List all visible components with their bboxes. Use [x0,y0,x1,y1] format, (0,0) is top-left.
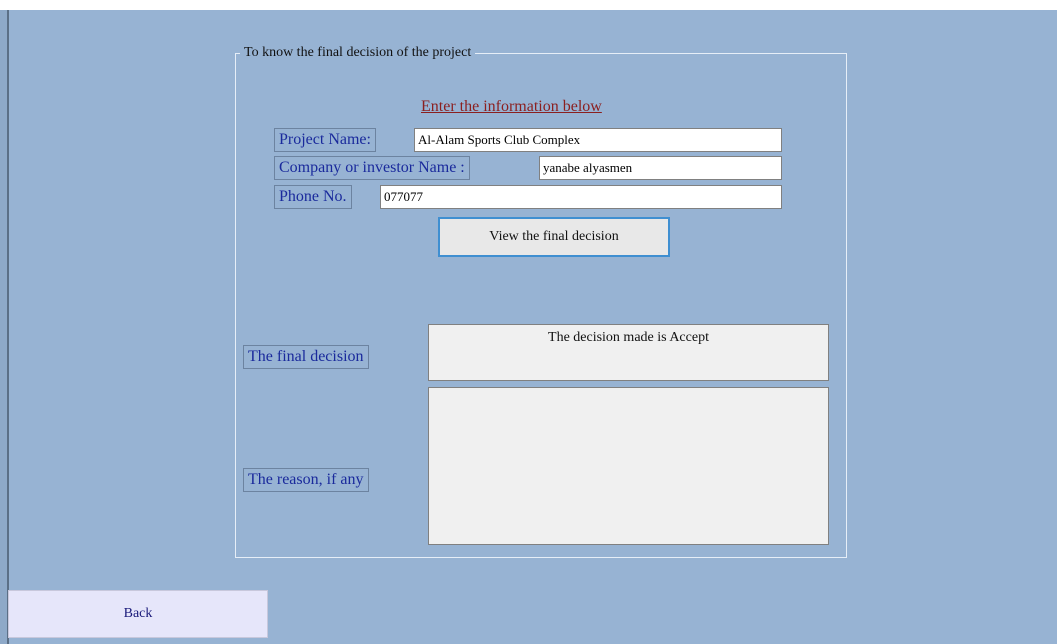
phone-label: Phone No. [274,185,352,209]
window-left-border [7,10,9,644]
company-name-label: Company or investor Name : [274,156,470,180]
company-name-input[interactable] [539,156,782,180]
phone-input[interactable] [380,185,782,209]
final-decision-label: The final decision [243,345,369,369]
group-title: To know the final decision of the projec… [240,44,476,62]
reason-label: The reason, if any [243,468,369,492]
view-final-decision-button[interactable]: View the final decision [438,217,670,257]
project-name-label: Project Name: [274,128,376,152]
app-window: To know the final decision of the projec… [0,10,1057,644]
back-button[interactable]: Back [8,590,268,638]
final-decision-box: The decision made is Accept [428,324,829,381]
final-decision-text: The decision made is Accept [548,330,709,345]
instruction-heading: Enter the information below [421,98,602,115]
project-name-input[interactable] [414,128,782,152]
reason-box [428,387,829,545]
